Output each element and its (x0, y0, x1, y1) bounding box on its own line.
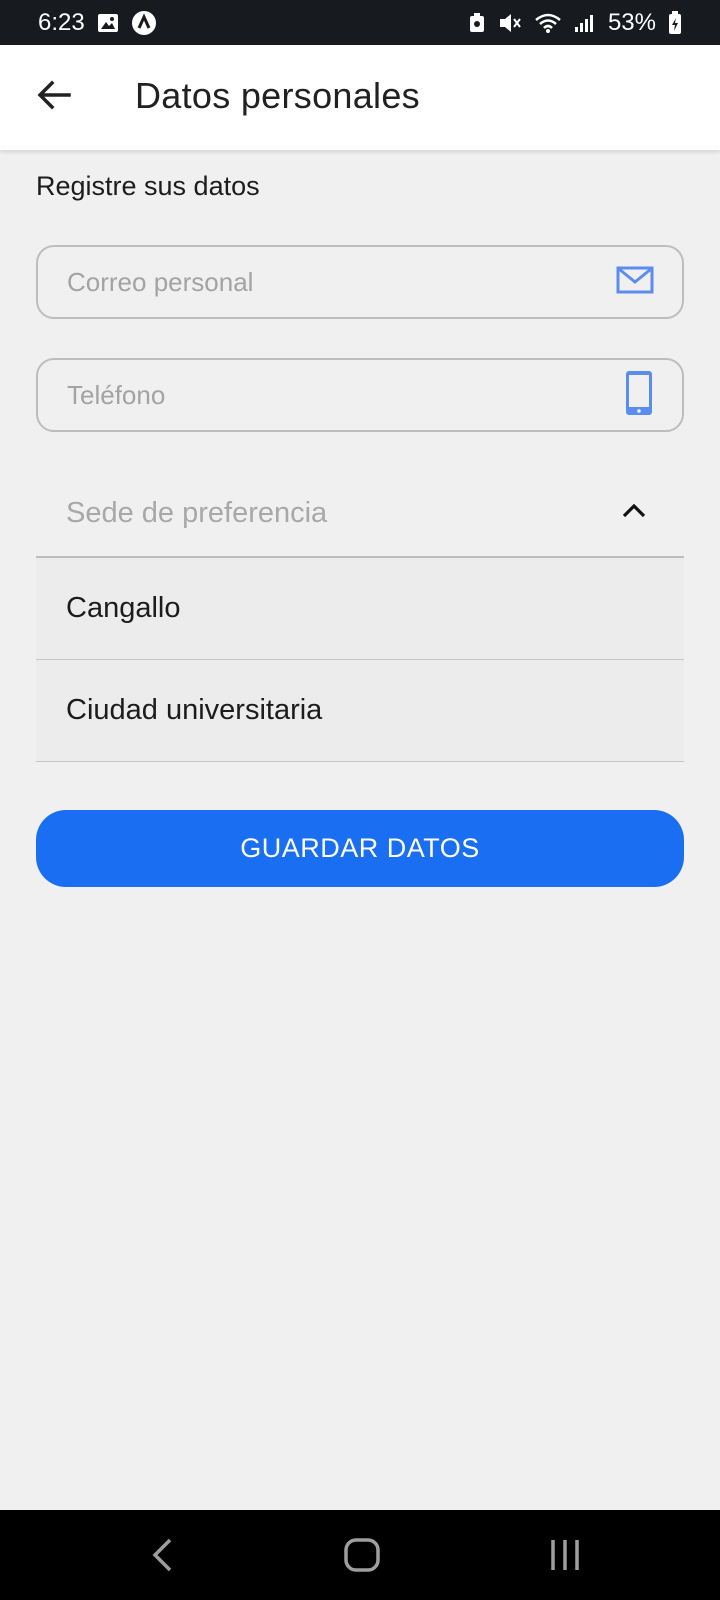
section-label: Registre sus datos (36, 171, 260, 201)
mail-icon (616, 265, 654, 300)
image-icon (97, 13, 119, 33)
save-button[interactable]: GUARDAR DATOS (36, 810, 684, 887)
home-nav-icon[interactable] (332, 1530, 392, 1580)
status-time: 6:23 (38, 8, 85, 36)
recents-nav-icon[interactable] (535, 1530, 595, 1580)
status-right: 53% (468, 9, 682, 37)
sede-dropdown[interactable]: Sede de preferencia (36, 470, 684, 558)
sede-options-list: Cangallo Ciudad universitaria (36, 558, 684, 762)
wifi-icon (534, 12, 562, 34)
mute-icon (498, 12, 522, 34)
sede-option-cangallo[interactable]: Cangallo (36, 558, 684, 660)
app-notification-icon (131, 10, 157, 36)
battery-percent: 53% (607, 8, 656, 36)
battery-charging-icon (668, 10, 682, 35)
chevron-up-icon[interactable] (622, 503, 646, 524)
phone-input[interactable] (67, 379, 567, 411)
nav-bar (0, 1510, 720, 1600)
arrow-left-icon (37, 80, 71, 115)
sede-placeholder: Sede de preferencia (66, 496, 328, 529)
page-title: Datos personales (135, 75, 420, 116)
app-bar: Datos personales (0, 45, 720, 150)
email-input[interactable] (67, 266, 567, 298)
sede-option-ciudad-universitaria[interactable]: Ciudad universitaria (36, 660, 684, 762)
status-left: 6:23 (38, 9, 157, 37)
lock-battery-icon (468, 12, 486, 34)
back-nav-icon[interactable] (132, 1530, 192, 1580)
email-field[interactable] (36, 245, 684, 319)
smartphone-icon (624, 369, 654, 422)
status-bar: 6:23 53% (0, 0, 720, 45)
phone-field[interactable] (36, 358, 684, 432)
back-button[interactable] (30, 73, 78, 121)
signal-icon (574, 13, 596, 33)
